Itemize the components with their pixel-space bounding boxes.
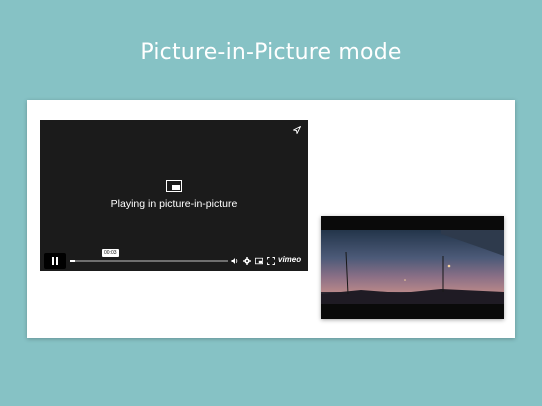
share-icon[interactable] xyxy=(292,125,302,135)
timeline-progress xyxy=(70,260,75,262)
pause-button[interactable] xyxy=(44,253,66,269)
timeline-track xyxy=(70,260,228,262)
pip-message: Playing in picture-in-picture xyxy=(40,180,308,210)
timeline-scrubber[interactable]: 00:03 xyxy=(70,249,228,263)
vimeo-logo[interactable]: vimeo xyxy=(278,255,301,264)
pip-toggle-icon[interactable] xyxy=(255,257,263,265)
video-player[interactable]: Playing in picture-in-picture 00:03 vime… xyxy=(40,120,308,271)
pause-icon xyxy=(52,257,58,265)
current-time: 00:03 xyxy=(102,249,119,257)
gear-icon[interactable] xyxy=(243,257,251,265)
pip-message-text: Playing in picture-in-picture xyxy=(110,198,238,210)
pip-icon xyxy=(166,180,182,192)
slide-title: Picture-in-Picture mode xyxy=(140,40,402,65)
fullscreen-icon[interactable] xyxy=(267,257,275,265)
pip-video-frame xyxy=(321,216,504,319)
player-controls: 00:03 vimeo xyxy=(40,249,308,271)
volume-icon[interactable] xyxy=(231,257,239,265)
pip-window[interactable] xyxy=(321,216,504,319)
